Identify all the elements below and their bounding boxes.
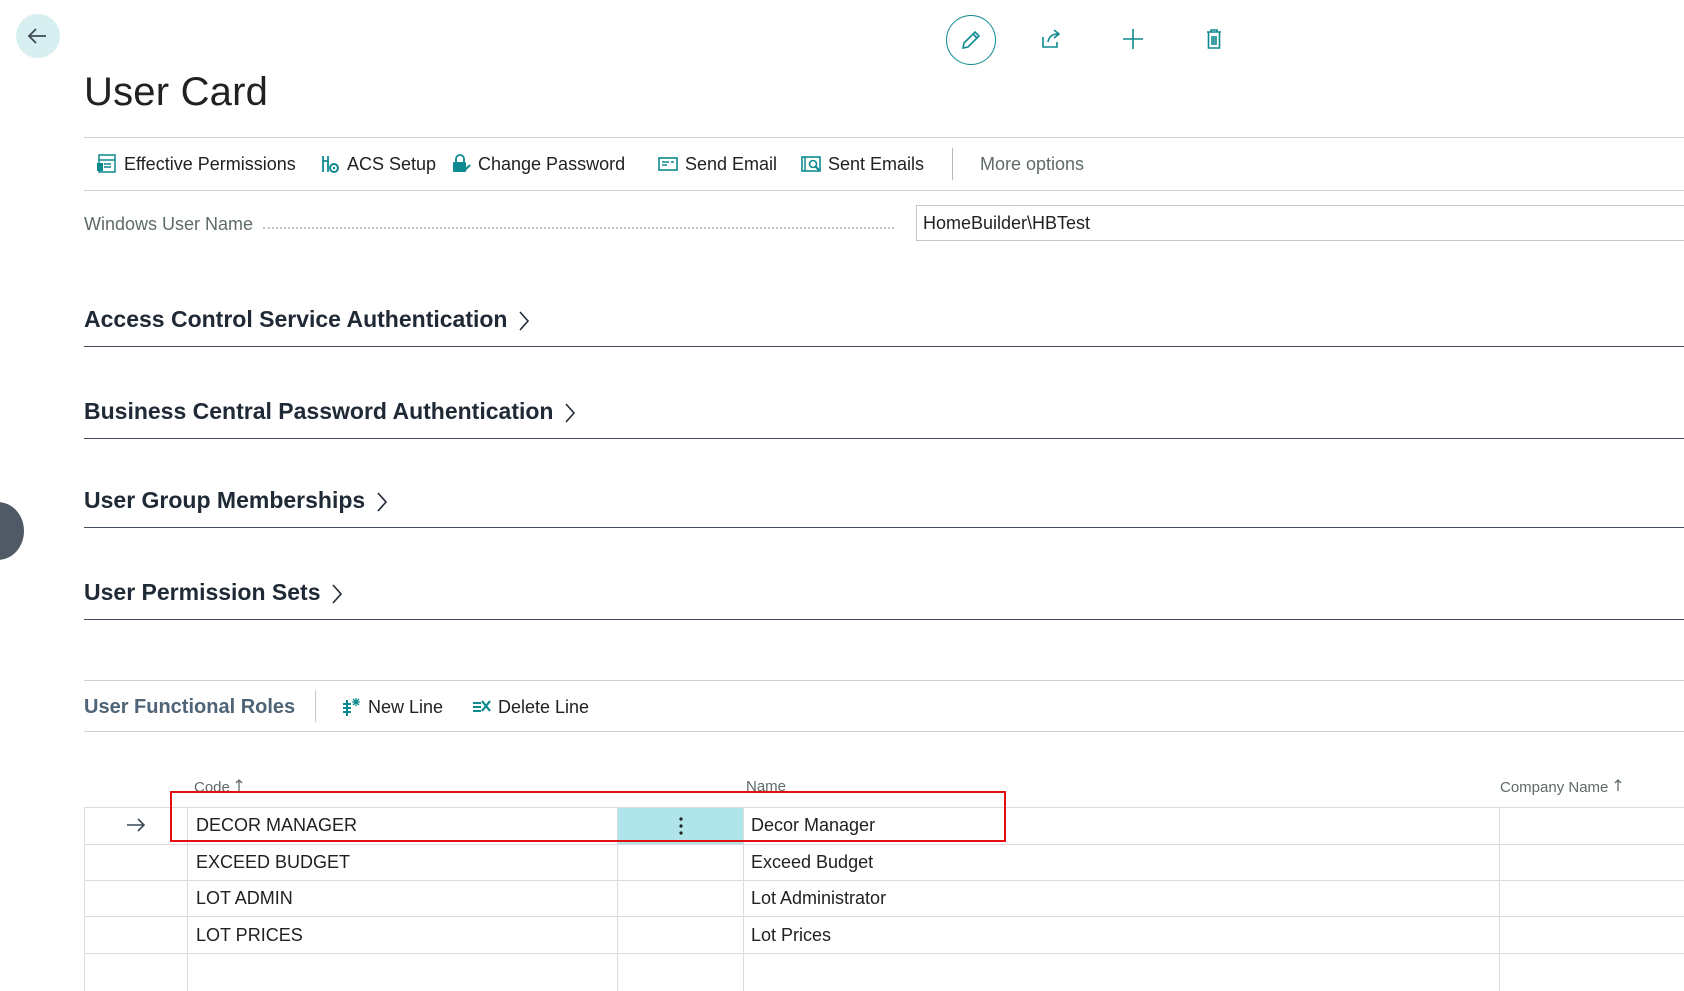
edit-button[interactable] [946,15,996,65]
section-access-control-service-authentication[interactable]: Access Control Service Authentication [84,306,1684,347]
new-button[interactable] [1110,16,1156,62]
pencil-icon [961,30,981,50]
grid-line [84,807,85,991]
plus-icon [1123,29,1143,49]
delete-line-label: Delete Line [498,696,590,717]
page-title: User Card [84,70,269,114]
chevron-right-icon [377,492,387,512]
more-options-button[interactable]: More options [980,138,1084,190]
new-line-button[interactable]: New Line [341,692,443,722]
acs-setup-icon [322,156,339,173]
change-password-action[interactable]: Change Password [450,138,625,190]
sent-emails-icon [801,156,821,172]
delete-line-icon [473,700,491,712]
windows-user-name-caption: Windows User Name [84,214,254,234]
new-line-label: New Line [368,696,444,717]
sent-emails-action[interactable]: Sent Emails [800,138,924,190]
windows-user-name-label: Windows User Name [84,214,904,235]
subpage-title: User Functional Roles [84,696,296,718]
share-icon [1042,29,1061,48]
delete-line-button[interactable]: Delete Line [471,692,589,722]
sent-emails-label: Sent Emails [828,153,925,174]
highlight-box [170,791,1006,842]
section-title: Access Control Service Authentication [84,306,508,332]
action-bar: Effective Permissions ACS Setup Change P… [84,137,1684,191]
share-button[interactable] [1028,16,1074,62]
delete-button[interactable] [1191,16,1237,62]
row-code-cell[interactable]: LOT PRICES [196,925,303,946]
trash-icon [1207,29,1221,49]
section-title: User Permission Sets [84,579,321,605]
effective-permissions-action[interactable]: Effective Permissions [96,138,296,190]
current-row-arrow-icon [127,818,146,832]
side-panel-handle[interactable] [0,502,24,560]
lock-icon [453,154,471,172]
column-header-company-label: Company Name [1500,779,1609,796]
chevron-right-icon [519,311,530,331]
section-title: Business Central Password Authentication [84,398,554,424]
row-name-cell[interactable]: Lot Administrator [751,888,886,909]
effective-permissions-label: Effective Permissions [124,153,296,174]
chevron-right-icon [332,584,343,604]
send-email-label: Send Email [685,153,778,174]
section-user-group-memberships[interactable]: User Group Memberships [84,487,1684,528]
change-password-label: Change Password [478,153,626,174]
windows-user-name-input[interactable] [916,205,1684,241]
column-header-company-name[interactable]: Company Name [1500,778,1623,796]
grid-line [1499,807,1500,991]
effective-permissions-icon [97,154,116,173]
acs-setup-label: ACS Setup [347,153,437,174]
section-title: User Group Memberships [84,487,366,513]
row-code-cell[interactable]: LOT ADMIN [196,888,293,909]
sort-ascending-icon [235,779,243,791]
subpage-top-divider [84,680,1684,681]
grid-line [84,953,1684,954]
new-line-icon [343,698,360,716]
sort-ascending-icon [1614,779,1622,791]
grid-line [84,844,1684,845]
grid-line [84,880,1684,881]
subpage-separator [315,690,316,722]
row-code-cell[interactable]: EXCEED BUDGET [196,852,350,873]
acs-setup-action[interactable]: ACS Setup [319,138,436,190]
section-user-permission-sets[interactable]: User Permission Sets [84,579,1684,620]
back-button[interactable] [16,14,60,58]
row-name-cell[interactable]: Exceed Budget [751,852,873,873]
chevron-right-icon [565,403,575,423]
grid-line [84,916,1684,917]
send-email-icon [658,157,678,171]
arrow-left-icon [27,28,46,44]
section-business-central-password-authentication[interactable]: Business Central Password Authentication [84,398,1684,439]
row-name-cell[interactable]: Lot Prices [751,925,831,946]
send-email-action[interactable]: Send Email [657,138,777,190]
action-separator [952,148,953,180]
subpage-bottom-divider [84,731,1684,732]
field-leader-dots [263,226,894,229]
